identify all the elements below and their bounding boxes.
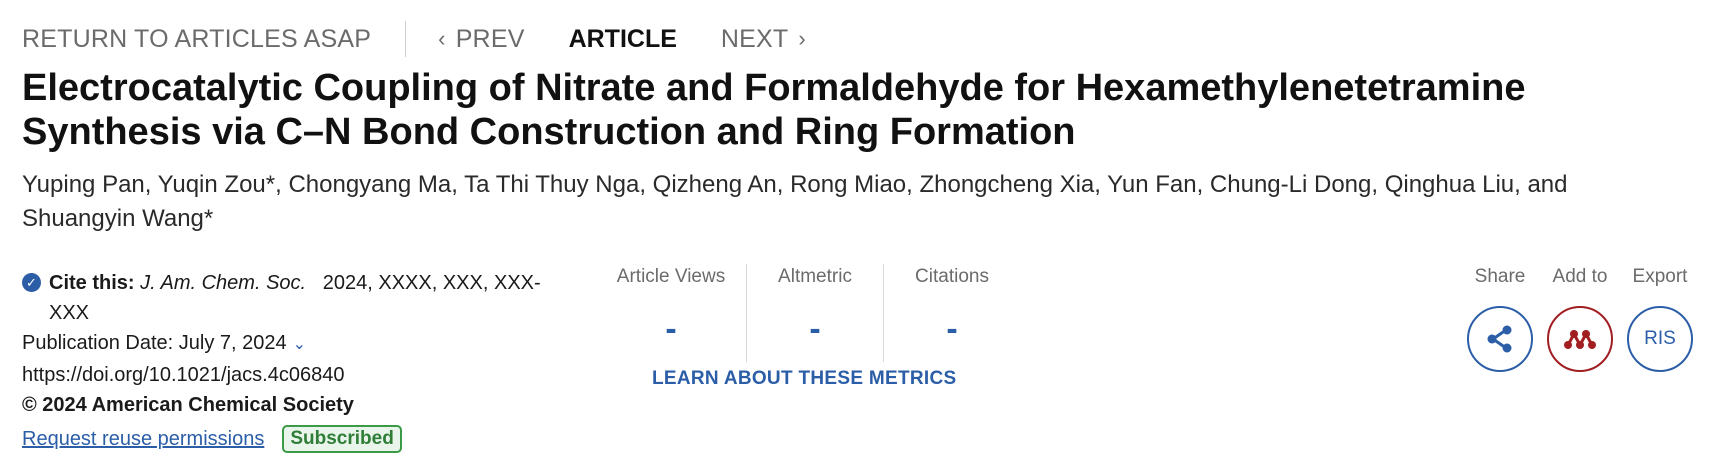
mendeley-icon <box>1564 330 1596 349</box>
chevron-left-icon: ‹ <box>438 26 446 51</box>
citation-info: ✓ Cite this: J. Am. Chem. Soc. 2024, XXX… <box>22 268 552 454</box>
next-label: NEXT <box>720 24 789 53</box>
prev-label: PREV <box>455 24 525 53</box>
article-actions: Share Add to Export RIS <box>1460 264 1700 372</box>
article-navigation: RETURN TO ARTICLES ASAP ‹ PREV ARTICLE N… <box>22 20 806 58</box>
article-views-label: Article Views <box>616 266 726 287</box>
altmetric-value: - <box>809 310 821 348</box>
add-to-action: Add to <box>1540 264 1620 372</box>
publication-date: Publication Date: July 7, 2024 <box>22 332 287 354</box>
author-list[interactable]: Yuping Pan, Yuqin Zou*, Chongyang Ma, Ta… <box>22 168 1642 236</box>
share-label: Share <box>1474 266 1526 287</box>
article-title: Electrocatalytic Coupling of Nitrate and… <box>22 67 1526 153</box>
altmetric-metric: Altmetric - <box>746 264 883 362</box>
citations-metric: Citations - <box>883 264 1020 362</box>
cite-text: Cite this: J. Am. Chem. Soc. 2024, XXXX,… <box>49 268 552 328</box>
current-article-tab: ARTICLE <box>568 24 677 53</box>
cite-label: Cite this: <box>49 272 135 294</box>
doi-link[interactable]: https://doi.org/10.1021/jacs.4c06840 <box>22 360 552 390</box>
article-metrics: Article Views - Altmetric - Citations - <box>596 264 1020 362</box>
cite-this-row: ✓ Cite this: J. Am. Chem. Soc. 2024, XXX… <box>22 268 552 328</box>
check-circle-icon: ✓ <box>22 273 41 292</box>
request-reuse-link[interactable]: Request reuse permissions <box>22 424 264 454</box>
share-action: Share <box>1460 264 1540 372</box>
citations-value: - <box>946 310 958 348</box>
next-article-link[interactable]: NEXT › <box>721 25 806 54</box>
export-action: Export RIS <box>1620 264 1700 372</box>
learn-about-metrics-link[interactable]: LEARN ABOUT THESE METRICS <box>652 368 956 390</box>
share-button[interactable] <box>1467 306 1533 372</box>
export-ris-button[interactable]: RIS <box>1627 306 1693 372</box>
prev-article-link[interactable]: ‹ PREV <box>438 25 524 54</box>
chevron-right-icon: › <box>798 26 806 51</box>
altmetric-label: Altmetric <box>778 266 852 287</box>
publication-date-row[interactable]: Publication Date: July 7, 2024 ⌄ <box>22 328 552 360</box>
chevron-down-icon[interactable]: ⌄ <box>293 336 306 353</box>
subscribed-badge: Subscribed <box>282 425 402 453</box>
journal-name: J. Am. Chem. Soc. <box>140 272 307 294</box>
article-views-metric: Article Views - <box>596 264 746 362</box>
article-views-value: - <box>665 310 677 348</box>
return-to-articles-link[interactable]: RETURN TO ARTICLES ASAP <box>22 25 371 54</box>
nav-divider <box>405 21 407 57</box>
add-to-label: Add to <box>1552 266 1608 287</box>
permissions-row: Request reuse permissions Subscribed <box>22 424 552 454</box>
citations-label: Citations <box>915 266 989 287</box>
share-icon <box>1487 325 1512 353</box>
copyright-notice: © 2024 American Chemical Society <box>22 394 354 416</box>
add-to-mendeley-button[interactable] <box>1547 306 1613 372</box>
export-label: Export <box>1632 266 1688 287</box>
